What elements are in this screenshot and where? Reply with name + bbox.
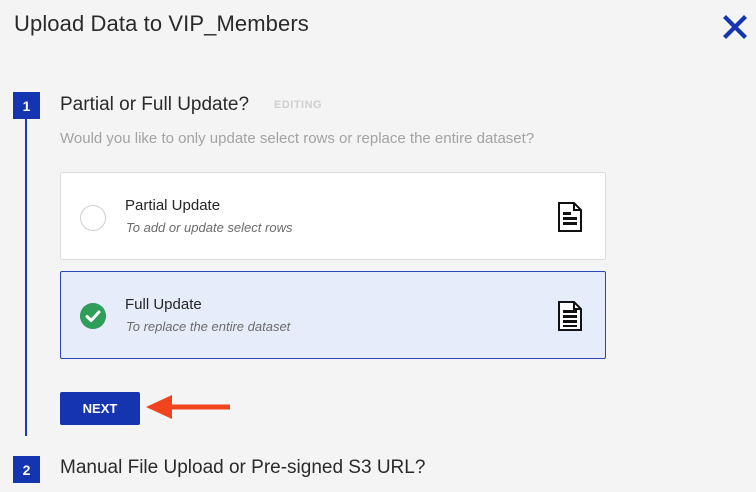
step-2-title: Manual File Upload or Pre-signed S3 URL? [60, 457, 426, 478]
step-1-status-badge: EDITING [274, 99, 323, 111]
partial-update-option[interactable]: Partial Update To add or update select r… [60, 172, 606, 260]
radio-unselected-icon[interactable] [80, 205, 106, 231]
step-2-number: 2 [13, 456, 40, 483]
partial-document-icon [558, 202, 582, 232]
annotation-arrow-icon [146, 395, 230, 419]
next-button[interactable]: NEXT [60, 392, 140, 425]
option-description: To replace the entire dataset [126, 319, 291, 334]
full-update-option[interactable]: Full Update To replace the entire datase… [60, 271, 606, 359]
page-title: Upload Data to VIP_Members [14, 11, 309, 36]
option-label: Full Update [125, 296, 202, 313]
step-1-title: Partial or Full Update? [60, 94, 250, 115]
option-description: To add or update select rows [126, 220, 293, 235]
full-document-icon [558, 301, 582, 331]
step-progress-rail [25, 108, 27, 436]
close-icon[interactable] [722, 14, 748, 40]
step-1-question: Would you like to only update select row… [60, 130, 535, 147]
option-label: Partial Update [125, 197, 221, 214]
check-circle-icon[interactable] [80, 303, 106, 329]
step-1-number: 1 [13, 92, 40, 119]
